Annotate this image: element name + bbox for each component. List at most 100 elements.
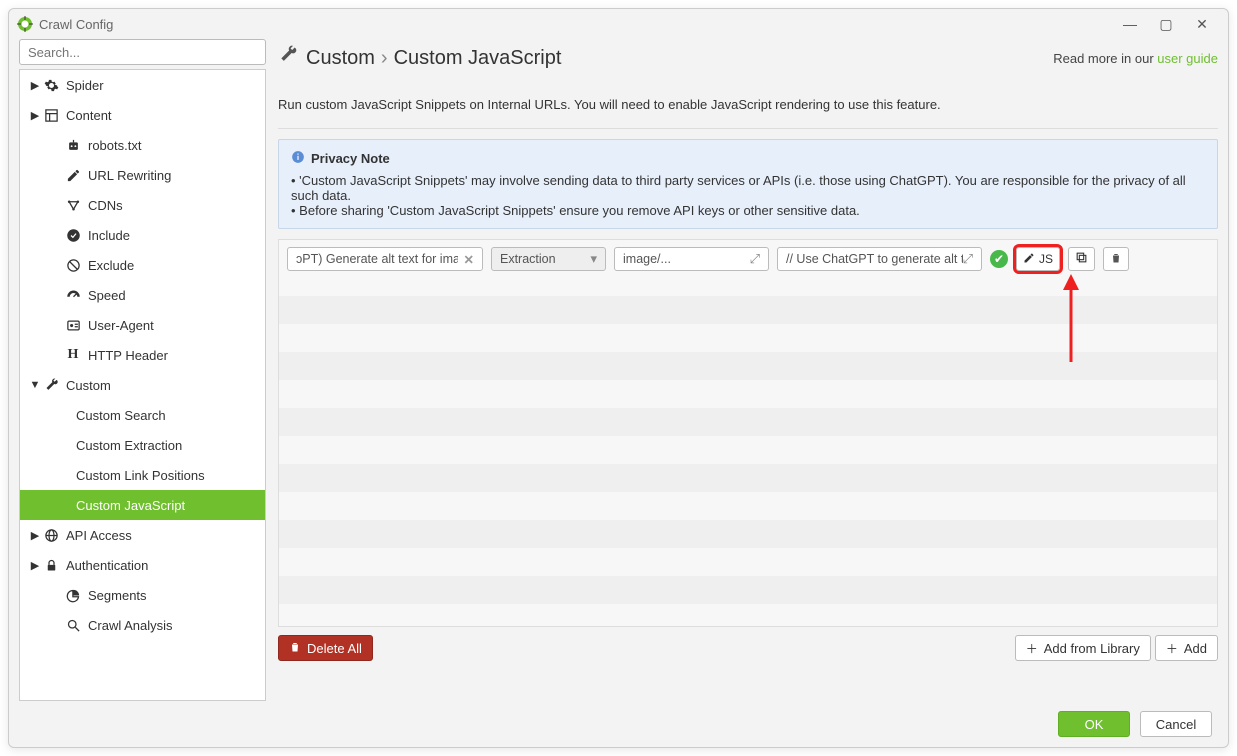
expand-icon[interactable]: ⤢ bbox=[963, 251, 973, 267]
nav-crawl-analysis[interactable]: Crawl Analysis bbox=[20, 610, 265, 640]
crawl-config-dialog: Crawl Config — ▢ ✕ ▶ Spider ▶ Content bbox=[8, 8, 1229, 748]
nav-custom-search[interactable]: Custom Search bbox=[20, 400, 265, 430]
caret-icon: ▶ bbox=[28, 109, 42, 122]
nav-cdns[interactable]: CDNs bbox=[20, 190, 265, 220]
id-icon bbox=[64, 318, 82, 333]
nav-speed[interactable]: Speed bbox=[20, 280, 265, 310]
divider bbox=[278, 128, 1218, 129]
valid-check-icon: ✔ bbox=[990, 250, 1008, 268]
content-filter-field[interactable]: image/... ⤢ bbox=[614, 247, 769, 271]
breadcrumb-parent: Custom bbox=[306, 47, 375, 70]
nav-label: Exclude bbox=[88, 258, 134, 273]
grid-toolbar: Delete All ＋ Add from Library ＋ Add bbox=[278, 635, 1218, 661]
snippet-type-select[interactable]: Extraction ▾ bbox=[491, 247, 606, 271]
nav-label: User-Agent bbox=[88, 318, 154, 333]
trash-icon bbox=[289, 641, 301, 656]
nav-label: Custom bbox=[66, 378, 111, 393]
nav-label: Spider bbox=[66, 78, 104, 93]
expand-icon[interactable]: ⤢ bbox=[750, 251, 760, 267]
plus-icon: ＋ bbox=[1166, 640, 1178, 657]
edit-icon bbox=[64, 168, 82, 183]
check-circle-icon bbox=[64, 228, 82, 243]
cancel-label: Cancel bbox=[1156, 717, 1196, 732]
nav-custom-javascript[interactable]: Custom JavaScript bbox=[20, 490, 265, 520]
add-button[interactable]: ＋ Add bbox=[1155, 635, 1218, 661]
app-icon bbox=[17, 16, 33, 32]
nav-content[interactable]: ▶ Content bbox=[20, 100, 265, 130]
lock-icon bbox=[42, 558, 60, 573]
edit-js-button[interactable]: JS bbox=[1016, 247, 1060, 271]
nav-label: Include bbox=[88, 228, 130, 243]
nav-label: Crawl Analysis bbox=[88, 618, 173, 633]
snippet-name-field[interactable]: ɔPT) Generate alt text for images ✕ bbox=[287, 247, 483, 271]
nav-api-access[interactable]: ▶ API Access bbox=[20, 520, 265, 550]
nav-label: robots.txt bbox=[88, 138, 141, 153]
caret-icon: ▶ bbox=[28, 529, 42, 542]
snippet-type-value: Extraction bbox=[500, 252, 556, 266]
nav-label: Custom Link Positions bbox=[76, 468, 205, 483]
minimize-button[interactable]: — bbox=[1112, 9, 1148, 39]
nav-spider[interactable]: ▶ Spider bbox=[20, 70, 265, 100]
letter-h-icon: H bbox=[64, 347, 82, 363]
nav-http-header[interactable]: H HTTP Header bbox=[20, 340, 265, 370]
nav-custom-link-positions[interactable]: Custom Link Positions bbox=[20, 460, 265, 490]
clear-icon[interactable]: ✕ bbox=[464, 252, 474, 267]
delete-all-label: Delete All bbox=[307, 641, 362, 656]
nav-custom[interactable]: ▼ Custom bbox=[20, 370, 265, 400]
snippet-grid: ɔPT) Generate alt text for images ✕ Extr… bbox=[278, 239, 1218, 627]
duplicate-button[interactable] bbox=[1068, 247, 1095, 271]
readmore-prefix: Read more in our bbox=[1053, 51, 1157, 66]
nav-include[interactable]: Include bbox=[20, 220, 265, 250]
magnifier-icon bbox=[64, 618, 82, 633]
dialog-body: ▶ Spider ▶ Content robots.txt URL Rewrit… bbox=[9, 39, 1228, 701]
add-label: Add bbox=[1184, 641, 1207, 656]
maximize-button[interactable]: ▢ bbox=[1148, 9, 1184, 39]
nav-label: Segments bbox=[88, 588, 147, 603]
close-button[interactable]: ✕ bbox=[1184, 9, 1220, 39]
window-title: Crawl Config bbox=[39, 17, 113, 32]
add-from-library-button[interactable]: ＋ Add from Library bbox=[1015, 635, 1151, 661]
nav-robots[interactable]: robots.txt bbox=[20, 130, 265, 160]
ok-button[interactable]: OK bbox=[1058, 711, 1130, 737]
ban-icon bbox=[64, 258, 82, 273]
delete-all-button[interactable]: Delete All bbox=[278, 635, 373, 661]
user-guide-link[interactable]: user guide bbox=[1157, 51, 1218, 66]
nav-label: Custom Extraction bbox=[76, 438, 182, 453]
nav-user-agent[interactable]: User-Agent bbox=[20, 310, 265, 340]
copy-icon bbox=[1075, 251, 1088, 267]
caret-icon: ▼ bbox=[28, 379, 42, 391]
nav-label: Custom Search bbox=[76, 408, 166, 423]
nav-exclude[interactable]: Exclude bbox=[20, 250, 265, 280]
breadcrumb: Custom › Custom JavaScript bbox=[278, 45, 561, 71]
nav-custom-extraction[interactable]: Custom Extraction bbox=[20, 430, 265, 460]
breadcrumb-separator: › bbox=[381, 47, 388, 70]
titlebar: Crawl Config — ▢ ✕ bbox=[9, 9, 1228, 39]
privacy-note: Privacy Note • 'Custom JavaScript Snippe… bbox=[278, 139, 1218, 229]
ok-label: OK bbox=[1085, 717, 1104, 732]
pie-icon bbox=[64, 588, 82, 603]
chevron-down-icon: ▾ bbox=[590, 251, 597, 267]
nav-label: URL Rewriting bbox=[88, 168, 171, 183]
robot-icon bbox=[64, 138, 82, 153]
nav-label: API Access bbox=[66, 528, 132, 543]
gauge-icon bbox=[64, 288, 82, 303]
nav-label: CDNs bbox=[88, 198, 123, 213]
section-description: Run custom JavaScript Snippets on Intern… bbox=[278, 97, 1218, 112]
search-input[interactable] bbox=[19, 39, 266, 65]
cancel-button[interactable]: Cancel bbox=[1140, 711, 1212, 737]
globe-icon bbox=[42, 528, 60, 543]
nav-label: Custom JavaScript bbox=[76, 498, 185, 513]
nav-label: Speed bbox=[88, 288, 126, 303]
delete-row-button[interactable] bbox=[1103, 247, 1129, 271]
code-preview-field[interactable]: // Use ChatGPT to generate alt tex ⤢ bbox=[777, 247, 982, 271]
dialog-footer: OK Cancel bbox=[9, 701, 1228, 747]
nav-tree: ▶ Spider ▶ Content robots.txt URL Rewrit… bbox=[19, 69, 266, 701]
nav-url-rewriting[interactable]: URL Rewriting bbox=[20, 160, 265, 190]
note-line: • 'Custom JavaScript Snippets' may invol… bbox=[291, 173, 1205, 203]
nav-label: HTTP Header bbox=[88, 348, 168, 363]
layout-icon bbox=[42, 108, 60, 123]
nav-segments[interactable]: Segments bbox=[20, 580, 265, 610]
add-library-label: Add from Library bbox=[1044, 641, 1140, 656]
nav-authentication[interactable]: ▶ Authentication bbox=[20, 550, 265, 580]
caret-icon: ▶ bbox=[28, 79, 42, 92]
